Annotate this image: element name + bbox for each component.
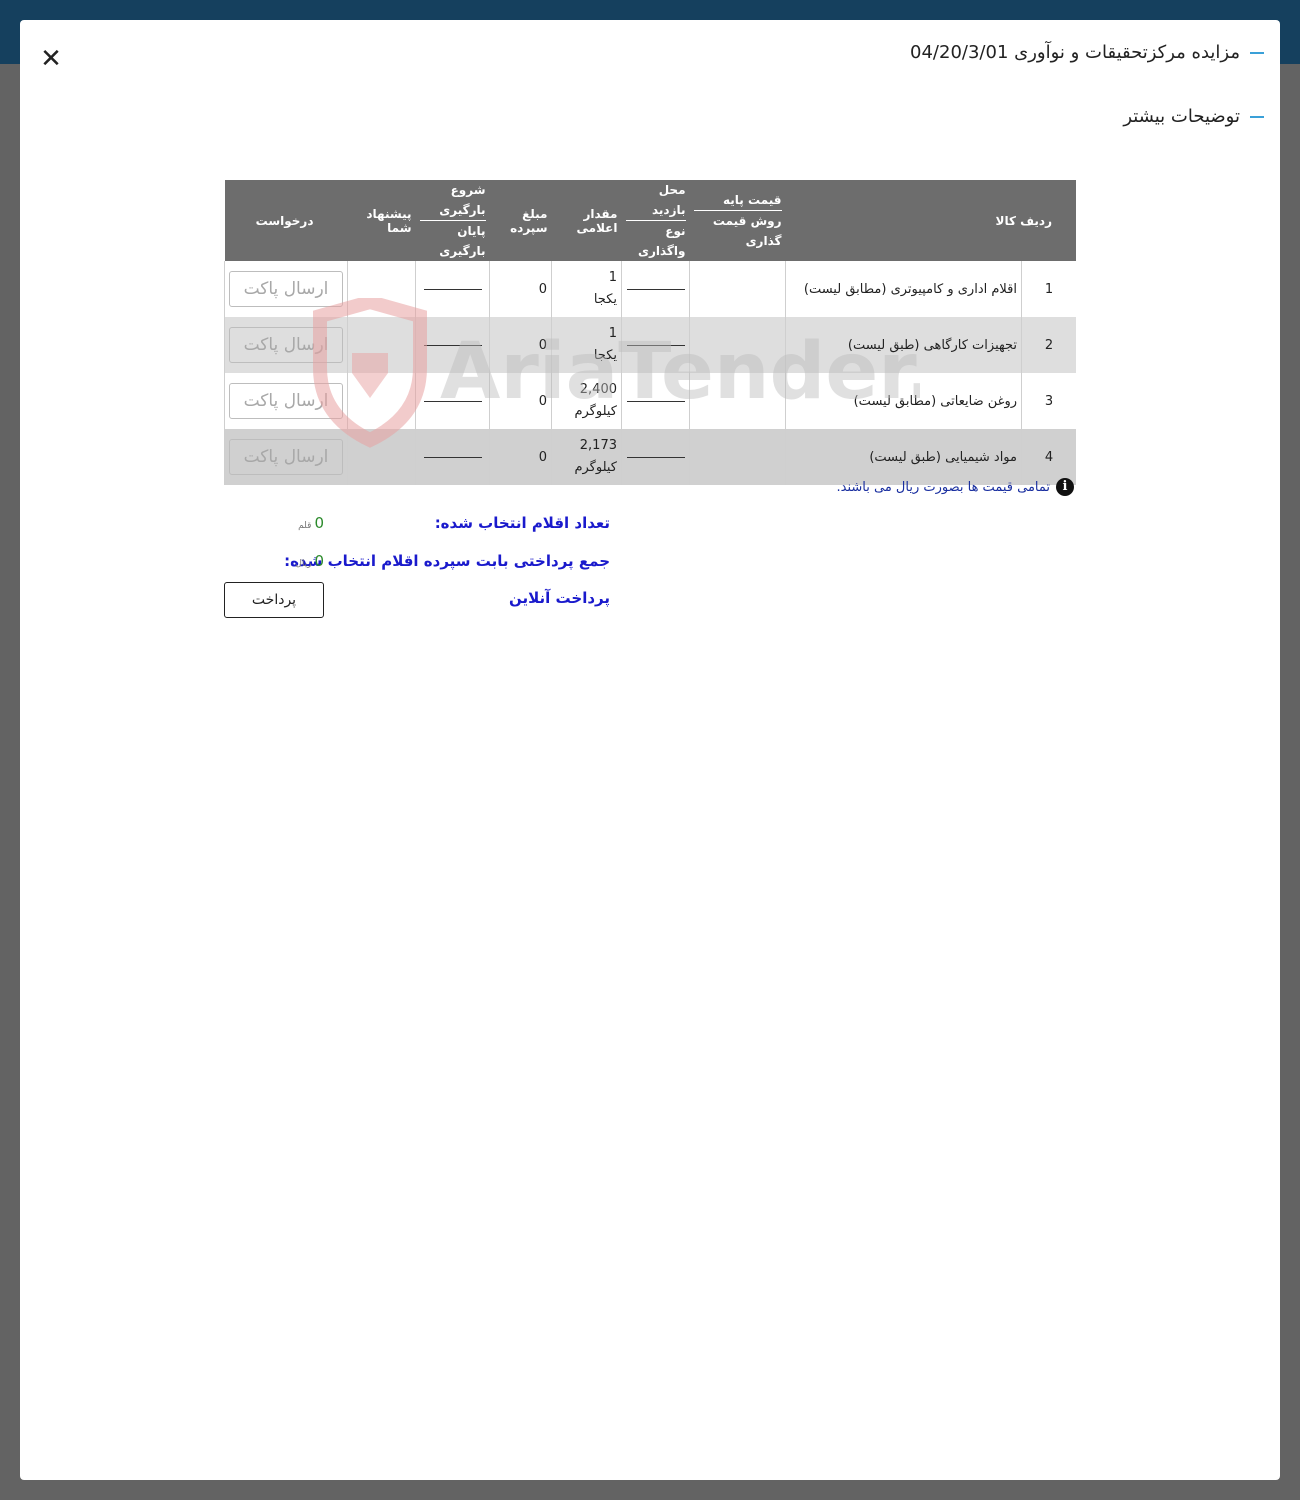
row-index: 3	[1021, 373, 1076, 429]
currency-note: i تمامی قیمت ها بصورت ریال می باشند.	[836, 478, 1074, 496]
send-envelope-button[interactable]: ارسال پاکت	[229, 439, 343, 475]
items-table: ردیف کالا قیمت پایه روش قیمت گذاری محل با…	[224, 180, 1076, 485]
row-deposit: 0	[489, 261, 552, 317]
row-index: 2	[1021, 317, 1076, 373]
row-deposit: 0	[489, 373, 552, 429]
row-request: ارسال پاکت	[224, 317, 348, 373]
header-visit-location: محل بازدید نوع واگذاری	[621, 180, 690, 261]
row-visit-location	[621, 429, 690, 485]
header-loading: شروع بارگیری پایان بارگیری	[415, 180, 490, 261]
table-header-row: ردیف کالا قیمت پایه روش قیمت گذاری محل با…	[224, 180, 1076, 261]
row-quantity: 2,400 کیلوگرم	[551, 373, 622, 429]
send-envelope-button[interactable]: ارسال پاکت	[229, 271, 343, 307]
total-deposit-value: 0ریال	[295, 552, 324, 570]
row-item-name: تجهیزات کارگاهی (طبق لیست)	[785, 317, 1022, 373]
table-row: 1 اقلام اداری و کامپیوتری (مطابق لیست) 1…	[224, 261, 1076, 317]
row-index: 4	[1021, 429, 1076, 485]
row-quantity: 2,173 کیلوگرم	[551, 429, 622, 485]
header-deposit: مبلغ سپرده	[489, 180, 552, 261]
row-item-name: روغن ضایعاتی (مطابق لیست)	[785, 373, 1022, 429]
row-visit-location	[621, 317, 690, 373]
send-envelope-button[interactable]: ارسال پاکت	[229, 327, 343, 363]
title-dash	[1250, 51, 1264, 54]
selected-count-label: تعداد اقلام انتخاب شده:	[434, 514, 610, 532]
table-row: 3 روغن ضایعاتی (مطابق لیست) 2,400 کیلوگرم…	[224, 373, 1076, 429]
row-quantity: 1 یکجا	[551, 317, 622, 373]
row-offer	[347, 429, 416, 485]
row-deposit: 0	[489, 317, 552, 373]
row-offer	[347, 317, 416, 373]
pay-button[interactable]: پرداخت	[224, 582, 324, 618]
row-request: ارسال پاکت	[224, 261, 348, 317]
row-loading	[415, 373, 490, 429]
row-quantity: 1 یکجا	[551, 261, 622, 317]
send-envelope-button[interactable]: ارسال پاکت	[229, 383, 343, 419]
header-base-price: قیمت پایه روش قیمت گذاری	[689, 180, 786, 261]
header-announced-amount: مقدار اعلامی	[551, 180, 622, 261]
online-payment-label: پرداخت آنلاین	[508, 589, 610, 607]
header-your-offer: پیشنهاد شما	[347, 180, 416, 261]
row-base-price	[689, 429, 786, 485]
row-offer	[347, 261, 416, 317]
currency-note-text: تمامی قیمت ها بصورت ریال می باشند.	[836, 479, 1051, 495]
more-details-text: توضیحات بیشتر	[1123, 106, 1240, 127]
row-item-name: مواد شیمیایی (طبق لیست)	[785, 429, 1022, 485]
modal-title-text: مزایده مرکزتحقیقات و نوآوری 04/20/3/01	[910, 42, 1240, 63]
row-base-price	[689, 261, 786, 317]
row-deposit: 0	[489, 429, 552, 485]
row-base-price	[689, 317, 786, 373]
row-loading	[415, 261, 490, 317]
modal-dialog: ✕ مزایده مرکزتحقیقات و نوآوری 04/20/3/01…	[20, 20, 1280, 1480]
row-visit-location	[621, 261, 690, 317]
header-request: درخواست	[224, 180, 348, 261]
row-loading	[415, 429, 490, 485]
title-dash	[1250, 115, 1264, 118]
row-base-price	[689, 373, 786, 429]
modal-title: مزایده مرکزتحقیقات و نوآوری 04/20/3/01	[910, 42, 1264, 63]
row-request: ارسال پاکت	[224, 429, 348, 485]
table-row: 4 مواد شیمیایی (طبق لیست) 2,173 کیلوگرم 0…	[224, 429, 1076, 485]
total-deposit-label: جمع پرداختی بابت سپرده اقلام انتخاب شده:	[284, 552, 610, 570]
more-details-heading[interactable]: توضیحات بیشتر	[1123, 106, 1264, 127]
selected-count-value: 0قلم	[298, 514, 324, 532]
row-loading	[415, 317, 490, 373]
row-index: 1	[1021, 261, 1076, 317]
table-row: 2 تجهیزات کارگاهی (طبق لیست) 1 یکجا 0 ارس…	[224, 317, 1076, 373]
row-item-name: اقلام اداری و کامپیوتری (مطابق لیست)	[785, 261, 1022, 317]
row-request: ارسال پاکت	[224, 373, 348, 429]
info-icon: i	[1056, 478, 1074, 496]
close-icon[interactable]: ✕	[38, 46, 64, 72]
row-visit-location	[621, 373, 690, 429]
row-offer	[347, 373, 416, 429]
header-row-item: ردیف کالا	[785, 180, 1076, 261]
